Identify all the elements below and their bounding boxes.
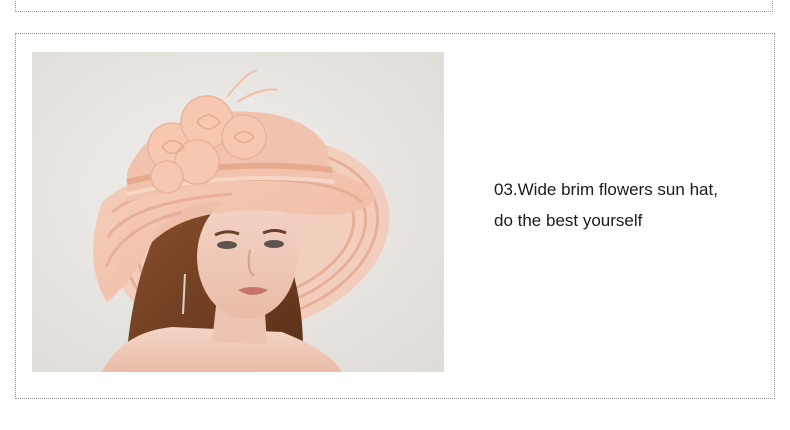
caption-line-1: 03.Wide brim flowers sun hat, <box>494 180 718 199</box>
product-feature-card: 03.Wide brim flowers sun hat, do the bes… <box>15 33 775 399</box>
previous-section-frame <box>15 0 773 12</box>
hat-model-photo <box>32 52 444 372</box>
caption-line-2: do the best yourself <box>494 211 643 230</box>
product-caption: 03.Wide brim flowers sun hat, do the bes… <box>494 174 764 236</box>
product-detail-page: 03.Wide brim flowers sun hat, do the bes… <box>0 0 790 430</box>
